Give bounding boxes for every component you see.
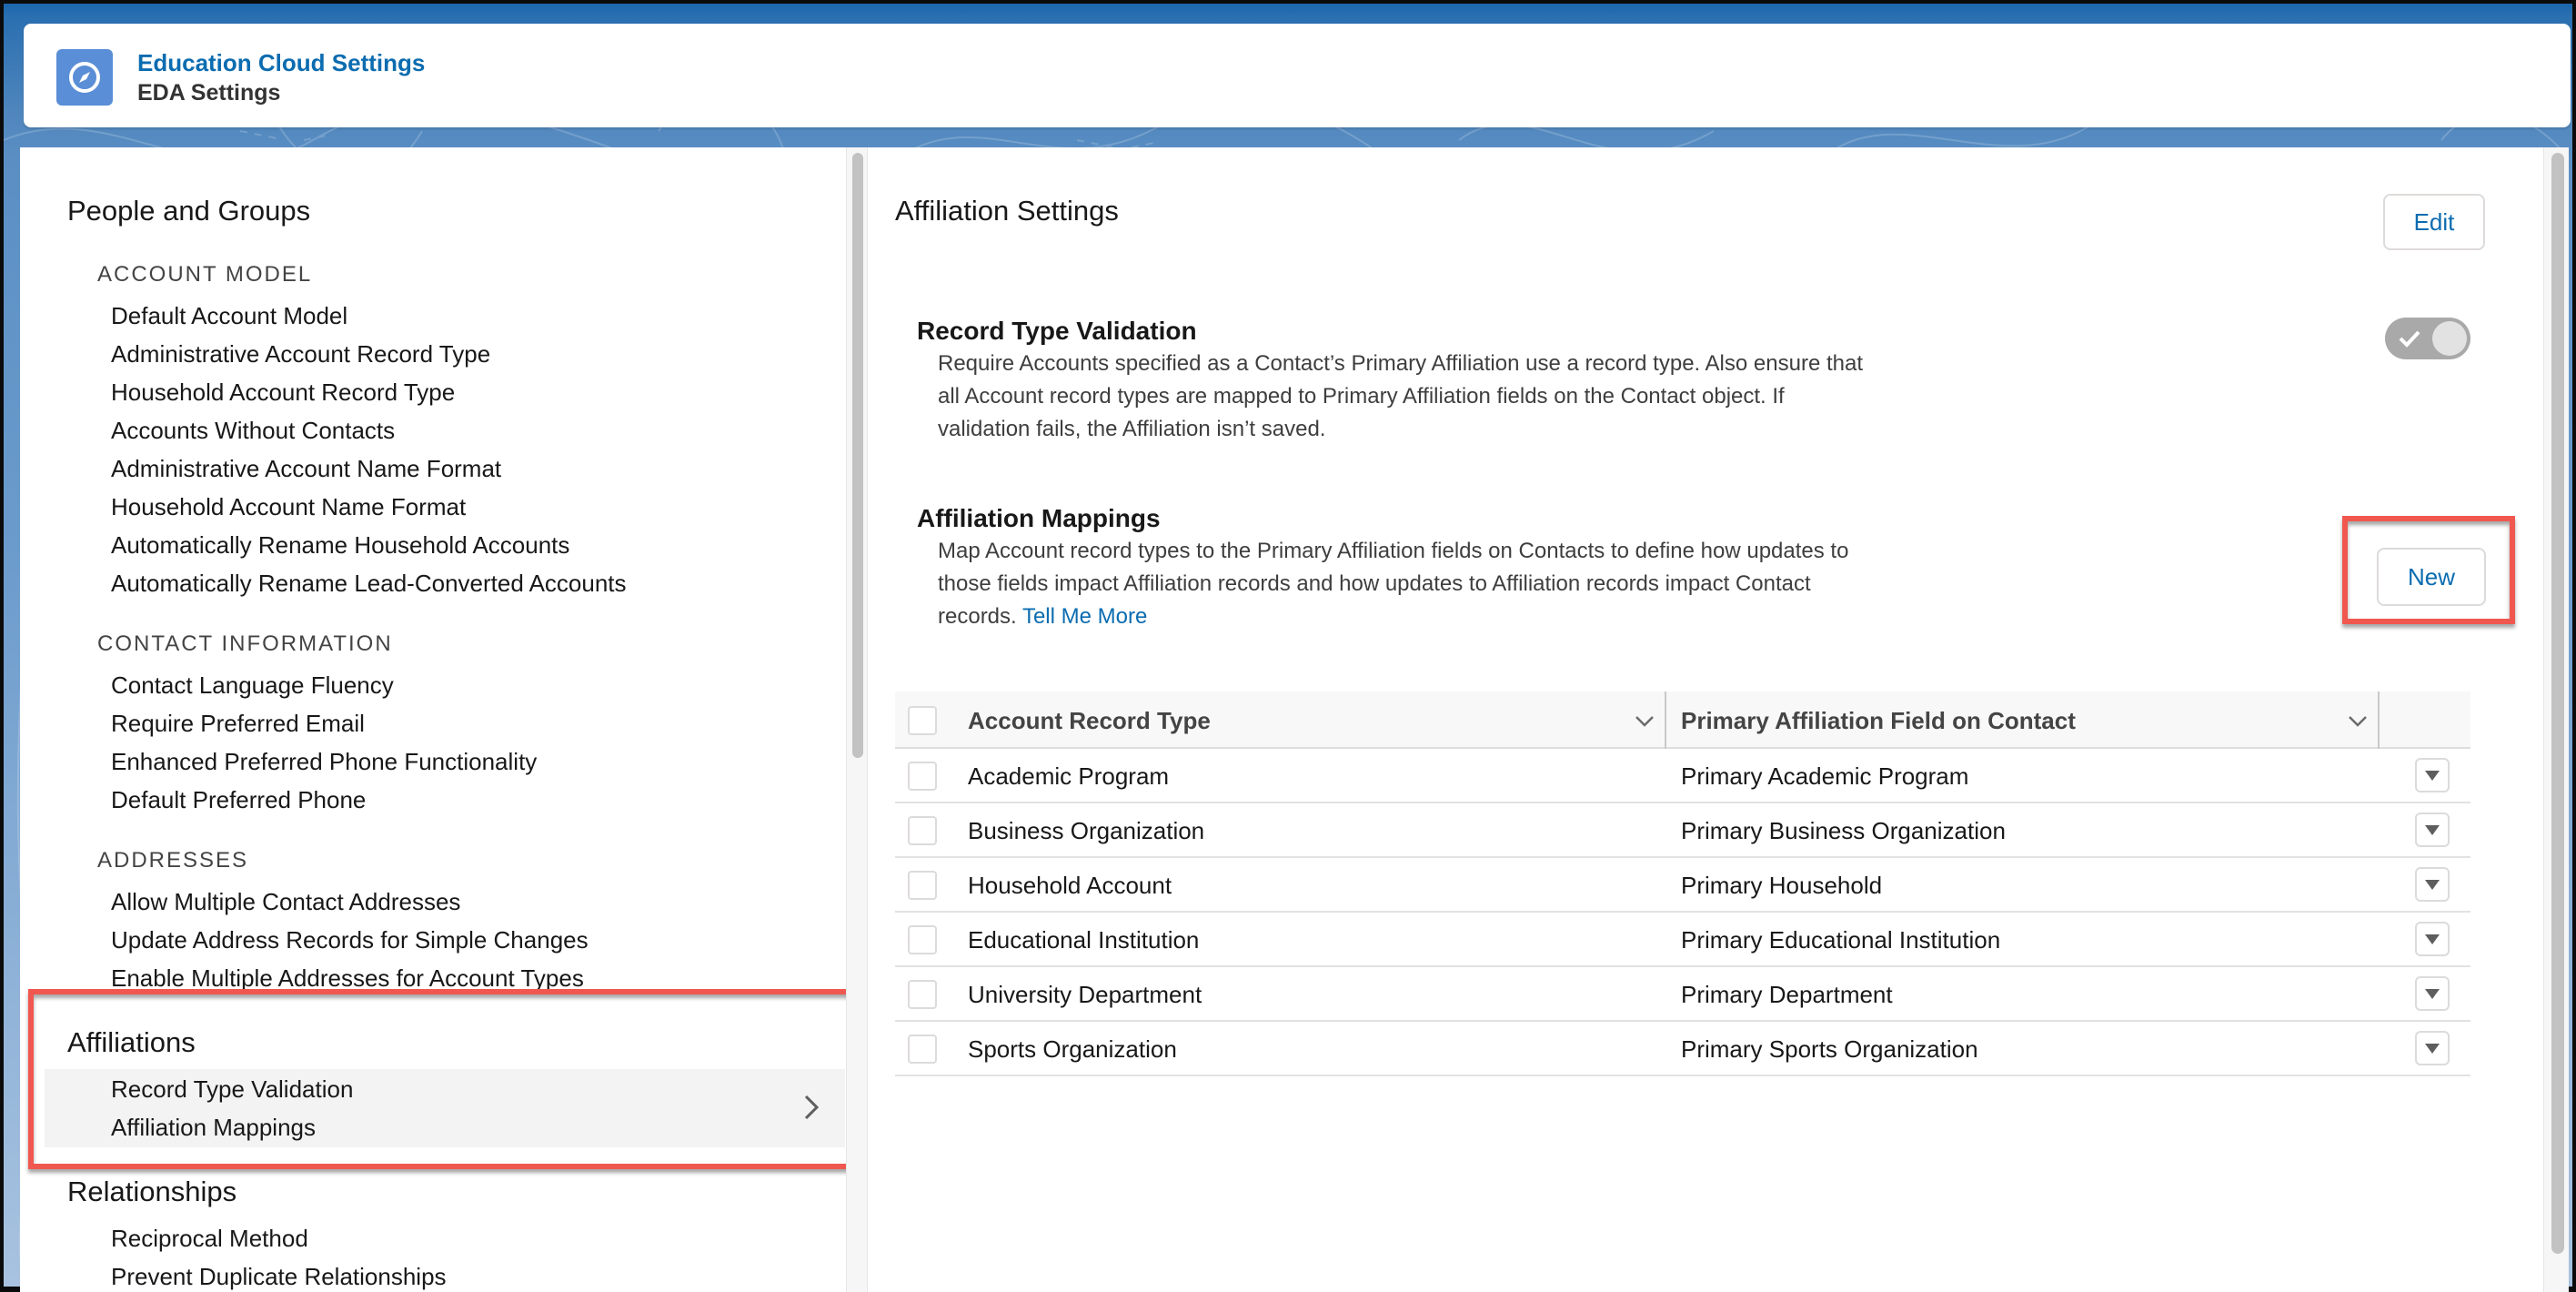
app-title: Education Cloud Settings (137, 49, 426, 76)
chevron-down-icon[interactable] (1634, 710, 1655, 732)
row-checkbox[interactable] (908, 816, 937, 845)
row-checkbox[interactable] (908, 871, 937, 900)
edit-button[interactable]: Edit (2383, 194, 2485, 250)
caret-down-icon (2425, 934, 2440, 944)
new-mapping-button[interactable]: New (2377, 548, 2486, 606)
sidebar-item-default-preferred-phone[interactable]: Default Preferred Phone (111, 786, 366, 814)
table-row: Household Account Primary Household (895, 858, 2470, 913)
cell-account-record-type: Business Organization (968, 817, 1205, 844)
check-icon (2399, 330, 2420, 348)
description-text: records. (938, 604, 1022, 629)
sidebar-item-default-account-model[interactable]: Default Account Model (111, 302, 347, 330)
sidebar-item-prevent-duplicate-relationships[interactable]: Prevent Duplicate Relationships (111, 1263, 447, 1291)
caret-down-icon (2425, 988, 2440, 999)
cell-primary-affiliation-field: Primary Business Organization (1681, 817, 2006, 844)
table-row: Academic Program Primary Academic Progra… (895, 749, 2470, 803)
sidebar-item-administrative-account-record-type[interactable]: Administrative Account Record Type (111, 340, 490, 368)
sidebar-item-affiliation-mappings[interactable]: Affiliation Mappings (111, 1114, 316, 1142)
cell-primary-affiliation-field: Primary Household (1681, 872, 1883, 899)
description-line: validation fails, the Affiliation isn’t … (938, 417, 1326, 441)
table-row: Business Organization Primary Business O… (895, 803, 2470, 858)
sidebar-item-record-type-validation[interactable]: Record Type Validation (111, 1075, 353, 1104)
chevron-down-icon[interactable] (2347, 710, 2369, 732)
sidebar-item-household-account-record-type[interactable]: Household Account Record Type (111, 379, 455, 407)
cell-account-record-type: Household Account (968, 872, 1172, 899)
table-row: Educational Institution Primary Educatio… (895, 913, 2470, 967)
tell-me-more-link[interactable]: Tell Me More (1022, 604, 1147, 629)
description-line: those fields impact Affiliation records … (938, 571, 1811, 596)
description-line: records. Tell Me More (938, 601, 1938, 633)
row-actions-button[interactable] (2415, 867, 2450, 902)
table-row: Sports Organization Primary Sports Organ… (895, 1022, 2470, 1076)
sidebar-item-reciprocal-method[interactable]: Reciprocal Method (111, 1225, 308, 1253)
toggle-knob (2432, 321, 2467, 356)
record-type-validation-title: Record Type Validation (917, 317, 1197, 345)
row-actions-button[interactable] (2415, 976, 2450, 1011)
row-checkbox[interactable] (908, 1035, 937, 1064)
row-actions-button[interactable] (2415, 813, 2450, 847)
sidebar-scrollbar-thumb[interactable] (852, 153, 863, 758)
caret-down-icon (2425, 1043, 2440, 1054)
select-all-checkbox[interactable] (908, 706, 937, 735)
cell-primary-affiliation-field: Primary Academic Program (1681, 762, 1969, 790)
cell-account-record-type: Sports Organization (968, 1035, 1177, 1063)
cell-primary-affiliation-field: Primary Department (1681, 981, 1893, 1008)
record-type-validation-toggle[interactable] (2385, 318, 2470, 359)
page-subtitle: EDA Settings (137, 80, 281, 106)
description-line: Require Accounts specified as a Contact’… (938, 351, 1863, 376)
page-title: Affiliation Settings (895, 195, 1119, 227)
sidebar-item-enhanced-preferred-phone[interactable]: Enhanced Preferred Phone Functionality (111, 748, 537, 776)
description-line: Map Account record types to the Primary … (938, 539, 1849, 563)
record-type-validation-description: Require Accounts specified as a Contact’… (938, 348, 1938, 446)
table-row: University Department Primary Department (895, 967, 2470, 1022)
chevron-right-icon (804, 1095, 820, 1120)
description-line: all Account record types are mapped to P… (938, 384, 1785, 409)
sidebar-group-relationships: Relationships (67, 1176, 237, 1207)
row-checkbox[interactable] (908, 980, 937, 1009)
caret-down-icon (2425, 770, 2440, 781)
column-divider (1665, 691, 1666, 749)
table-header: Account Record Type Primary Affiliation … (895, 691, 2470, 749)
affiliation-settings-panel: Affiliation Settings Edit Record Type Va… (868, 147, 2543, 1292)
row-actions-button[interactable] (2415, 922, 2450, 956)
sidebar-item-household-account-name-format[interactable]: Household Account Name Format (111, 493, 466, 521)
sidebar-item-administrative-account-name-format[interactable]: Administrative Account Name Format (111, 455, 501, 483)
cell-account-record-type: University Department (968, 981, 1202, 1008)
column-header-primary-affiliation-field[interactable]: Primary Affiliation Field on Contact (1681, 707, 2076, 735)
column-header-account-record-type[interactable]: Account Record Type (968, 707, 1211, 735)
cell-primary-affiliation-field: Primary Educational Institution (1681, 926, 2001, 954)
row-actions-button[interactable] (2415, 1031, 2450, 1065)
sidebar-scrollbar[interactable] (846, 147, 868, 1292)
sidebar-item-allow-multiple-contact-addresses[interactable]: Allow Multiple Contact Addresses (111, 888, 460, 916)
row-actions-button[interactable] (2415, 758, 2450, 792)
sidebar-item-enable-multiple-addresses[interactable]: Enable Multiple Addresses for Account Ty… (111, 964, 584, 993)
sidebar-group-people-and-groups: People and Groups (67, 195, 311, 227)
sidebar-item-contact-language-fluency[interactable]: Contact Language Fluency (111, 671, 394, 700)
sidebar-item-rename-lead-converted-accounts[interactable]: Automatically Rename Lead-Converted Acco… (111, 570, 627, 598)
row-checkbox[interactable] (908, 762, 937, 791)
content-scrollbar[interactable] (2543, 147, 2569, 1292)
content-scrollbar-thumb[interactable] (2551, 153, 2564, 1254)
cell-account-record-type: Academic Program (968, 762, 1170, 790)
section-label-account-model: ACCOUNT MODEL (97, 262, 313, 287)
affiliation-mappings-description: Map Account record types to the Primary … (938, 535, 1938, 633)
affiliation-mappings-table: Account Record Type Primary Affiliation … (895, 691, 2470, 1076)
sidebar-item-accounts-without-contacts[interactable]: Accounts Without Contacts (111, 417, 395, 445)
cell-primary-affiliation-field: Primary Sports Organization (1681, 1035, 1978, 1063)
affiliation-mappings-title: Affiliation Mappings (917, 504, 1161, 532)
section-label-contact-information: CONTACT INFORMATION (97, 631, 393, 656)
compass-icon (56, 49, 113, 106)
column-divider (2378, 691, 2380, 749)
sidebar-group-title-affiliations[interactable]: Affiliations (67, 1026, 196, 1059)
sidebar-item-update-address-records[interactable]: Update Address Records for Simple Change… (111, 926, 589, 954)
sidebar-item-rename-household-accounts[interactable]: Automatically Rename Household Accounts (111, 531, 569, 560)
section-label-addresses: ADDRESSES (97, 848, 249, 873)
sidebar-item-require-preferred-email[interactable]: Require Preferred Email (111, 710, 365, 738)
caret-down-icon (2425, 824, 2440, 835)
cell-account-record-type: Educational Institution (968, 926, 1200, 954)
page-header: Education Cloud Settings EDA Settings (24, 24, 2571, 127)
settings-navigation: People and Groups ACCOUNT MODEL Default … (20, 147, 861, 1292)
row-checkbox[interactable] (908, 925, 937, 954)
caret-down-icon (2425, 879, 2440, 890)
